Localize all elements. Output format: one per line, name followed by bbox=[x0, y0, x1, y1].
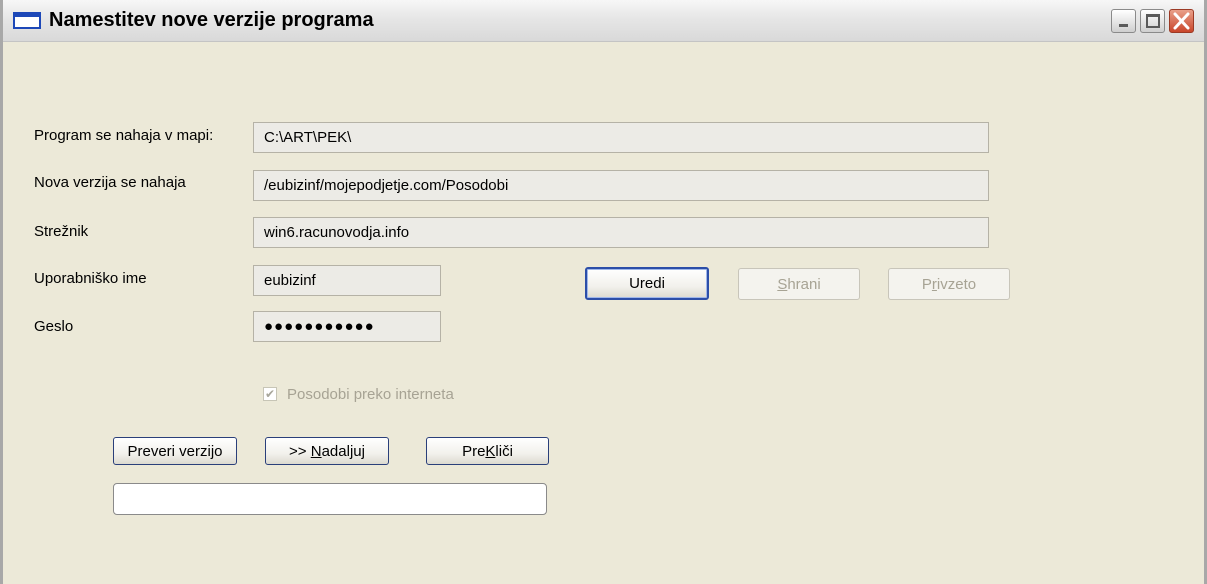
reset-default-button[interactable]: Privzeto bbox=[888, 268, 1010, 300]
checkmark-icon: ✔ bbox=[265, 387, 276, 401]
app-window-icon bbox=[13, 12, 41, 29]
continue-button-label-pre: >> bbox=[289, 442, 311, 460]
server-label: Strežnik bbox=[34, 223, 89, 240]
server-field[interactable]: win6.racunovodja.info bbox=[253, 217, 989, 248]
maximize-button[interactable] bbox=[1140, 9, 1165, 33]
progress-bar bbox=[113, 483, 547, 515]
cancel-button-mnemonic: K bbox=[485, 442, 496, 460]
title-bar[interactable]: Namestitev nove verzije programa bbox=[3, 0, 1204, 42]
installer-window: Namestitev nove verzije programa Program… bbox=[0, 0, 1207, 584]
close-icon bbox=[1173, 12, 1190, 30]
new-version-field[interactable]: /eubizinf/mojepodjetje.com/Posodobi bbox=[253, 170, 989, 201]
continue-button-mnemonic: N bbox=[310, 442, 322, 460]
reset-button-label-post: ivzeto bbox=[936, 275, 977, 293]
continue-button[interactable]: >> Nadaljuj bbox=[265, 437, 389, 465]
new-version-label: Nova verzija se nahaja bbox=[34, 174, 186, 191]
maximize-icon bbox=[1146, 14, 1160, 28]
check-version-button[interactable]: Preveri verzijo bbox=[113, 437, 237, 465]
close-button[interactable] bbox=[1169, 9, 1194, 33]
update-internet-label: Posodobi preko interneta bbox=[287, 386, 454, 403]
edit-button[interactable]: Uredi bbox=[585, 267, 709, 300]
reset-button-label-pre: P bbox=[921, 275, 932, 293]
continue-button-label-post: adaljuj bbox=[321, 442, 365, 460]
username-label: Uporabniško ime bbox=[34, 270, 147, 287]
username-field[interactable]: eubizinf bbox=[253, 265, 441, 296]
save-button-label-post: hrani bbox=[787, 275, 821, 293]
minimize-button[interactable] bbox=[1111, 9, 1136, 33]
password-label: Geslo bbox=[34, 318, 74, 335]
window-title: Namestitev nove verzije programa bbox=[49, 9, 374, 31]
cancel-button-label-post: liči bbox=[495, 442, 513, 460]
save-button-mnemonic: S bbox=[777, 275, 788, 293]
program-folder-label: Program se nahaja v mapi: bbox=[34, 127, 214, 144]
program-folder-field[interactable]: C:\ART\PEK\ bbox=[253, 122, 989, 153]
cancel-button[interactable]: PreKliči bbox=[426, 437, 549, 465]
cancel-button-label-pre: Pre bbox=[462, 442, 486, 460]
update-internet-checkbox[interactable]: ✔ bbox=[263, 387, 277, 401]
save-button[interactable]: Shrani bbox=[738, 268, 860, 300]
minimize-icon bbox=[1119, 24, 1128, 27]
password-field[interactable]: ●●●●●●●●●●● bbox=[253, 311, 441, 342]
